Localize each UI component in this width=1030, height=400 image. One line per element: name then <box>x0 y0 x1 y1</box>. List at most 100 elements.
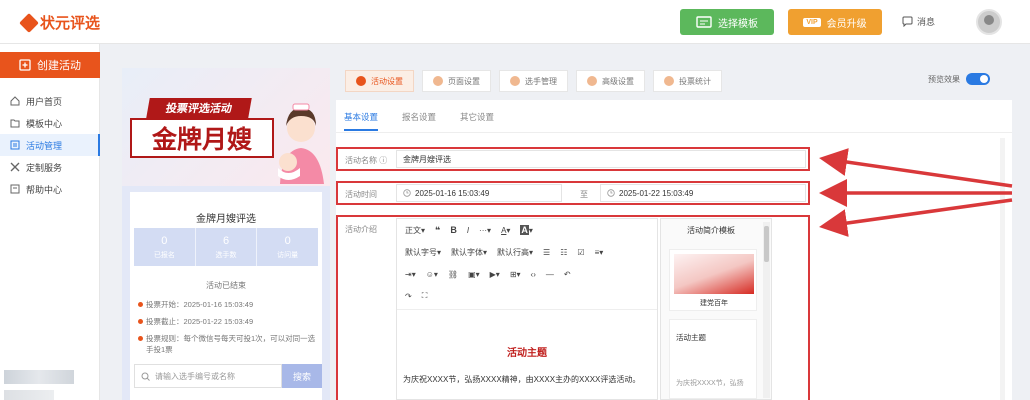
template-scrollbar[interactable] <box>763 222 770 398</box>
indent-icon[interactable]: ⇥▾ <box>405 270 416 279</box>
align-icon[interactable]: ≡▾ <box>595 248 604 257</box>
tab-activity-settings[interactable]: 活动设置 <box>345 70 414 92</box>
subtab-other[interactable]: 其它设置 <box>460 111 494 123</box>
template-panel-title: 活动简介模板 <box>687 226 735 235</box>
image-icon[interactable]: ▣▾ <box>468 270 480 279</box>
divider-icon[interactable]: — <box>546 270 554 279</box>
logo-text: 状元评选 <box>40 15 101 32</box>
start-time-value: 2025-01-16 15:03:49 <box>415 188 490 198</box>
clock-icon <box>403 189 411 197</box>
preview-toggle-switch[interactable] <box>966 73 990 85</box>
preview-toggle-label: 预览效果 <box>928 74 960 84</box>
bullet-dot-icon <box>138 302 143 307</box>
settings-icon <box>587 76 597 86</box>
link-icon[interactable]: ⛓ <box>448 270 458 279</box>
sidebar-item-templates[interactable]: 模板中心 <box>0 112 100 134</box>
info-row: 投票开始：2025-01-16 15:03:49 <box>138 299 318 310</box>
stat-label: 已报名 <box>153 251 175 259</box>
editor-content[interactable]: 活动主题 为庆祝XXXX节，弘扬XXXX精神，由XXXX主办的XXXX评选活动。 <box>397 309 657 400</box>
search-input[interactable]: 请输入选手编号或名称 <box>134 364 282 388</box>
tab-vote-statistics[interactable]: 投票统计 <box>653 70 722 92</box>
table-icon[interactable]: ⊞▾ <box>510 270 521 279</box>
blurred-account-info <box>4 390 54 400</box>
quote-button[interactable]: ❝ <box>435 225 440 236</box>
vip-upgrade-button[interactable]: VIP 会员升级 <box>788 9 882 35</box>
start-time-input[interactable]: 2025-01-16 15:03:49 <box>396 184 562 202</box>
background-color-button[interactable]: A▾ <box>520 225 533 235</box>
bullet-list-icon[interactable]: ☰ <box>543 248 550 257</box>
sidebar-item-help[interactable]: 帮助中心 <box>0 178 100 200</box>
sidebar-item-activity-management[interactable]: 活动管理 <box>0 134 100 156</box>
template-icon <box>696 16 712 28</box>
emoji-icon[interactable]: ☺▾ <box>426 270 438 279</box>
blurred-account-info <box>4 370 74 384</box>
line-height-select[interactable]: 默认行高▾ <box>497 247 533 258</box>
user-avatar[interactable] <box>976 9 1002 35</box>
clock-icon <box>607 189 615 197</box>
template-card[interactable]: 活动主题 为庆祝XXXX节，弘扬 <box>669 319 757 399</box>
app-logo[interactable]: 状元评选 <box>19 12 101 33</box>
end-time-value: 2025-01-22 15:03:49 <box>619 188 694 198</box>
font-color-button[interactable]: A▾ <box>501 226 510 235</box>
template-caption: 建党百年 <box>700 300 728 307</box>
gear-icon <box>356 76 366 86</box>
paragraph-style-select[interactable]: 正文▾ <box>405 225 425 236</box>
tab-contestant-management[interactable]: 选手管理 <box>499 70 568 92</box>
subtab-registration[interactable]: 报名设置 <box>402 111 436 123</box>
sidebar-item-label: 模板中心 <box>26 118 63 129</box>
contestant-search: 请输入选手编号或名称 搜索 <box>134 364 322 388</box>
activity-intro-label: 活动介绍 <box>345 225 377 234</box>
subtab-basic[interactable]: 基本设置 <box>344 111 379 131</box>
chat-icon <box>902 16 913 27</box>
italic-button[interactable]: I <box>467 226 469 235</box>
tab-label: 选手管理 <box>525 76 557 86</box>
sidebar-item-home[interactable]: 用户首页 <box>0 90 100 112</box>
activity-name-input[interactable]: 金牌月嫂评选 <box>396 150 806 168</box>
plus-box-icon <box>19 59 31 71</box>
list-icon <box>10 140 20 150</box>
search-button[interactable]: 搜索 <box>282 364 322 388</box>
stat-contestants: 6 选手数 <box>194 228 257 266</box>
select-template-button[interactable]: 选择模板 <box>680 9 774 35</box>
folder-icon <box>10 119 20 128</box>
undo-icon[interactable]: ↶ <box>564 270 571 279</box>
fullscreen-icon[interactable]: ⛶ <box>422 291 428 301</box>
tools-icon <box>10 162 20 172</box>
tab-label: 活动设置 <box>371 76 403 86</box>
sidebar-item-custom-service[interactable]: 定制服务 <box>0 156 100 178</box>
activity-name-value: 金牌月嫂评选 <box>403 154 451 164</box>
create-activity-label: 创建活动 <box>37 60 81 72</box>
panel-scrollbar[interactable] <box>1000 138 1005 400</box>
sidebar-nav: 用户首页 模板中心 活动管理 定制服务 帮助中心 <box>0 90 100 200</box>
home-icon <box>10 96 20 106</box>
tab-label: 高级设置 <box>602 76 634 86</box>
stat-value: 6 <box>222 234 230 247</box>
font-size-select[interactable]: 默认字号▾ <box>405 247 441 258</box>
numbered-list-icon[interactable]: ☷ <box>560 248 567 257</box>
banner-title: 金牌月嫂 <box>130 118 274 158</box>
activity-name-label: 活动名称 ⓘ <box>345 156 388 165</box>
editor-toolbar-row: 正文▾ ❝ B I ···▾ A▾ A▾ <box>397 219 657 241</box>
tab-page-settings[interactable]: 页面设置 <box>422 70 491 92</box>
preview-card: 金牌月嫂评选 0 已报名 6 选手数 0 访问量 活动已结束 投票开始：2025… <box>130 192 322 400</box>
end-time-input[interactable]: 2025-01-22 15:03:49 <box>600 184 806 202</box>
create-activity-button[interactable]: 创建活动 <box>0 52 100 78</box>
bold-button[interactable]: B <box>450 225 457 235</box>
top-bar: 状元评选 选择模板 VIP 会员升级 消息 <box>0 0 1030 44</box>
message-link[interactable]: 消息 <box>902 15 935 28</box>
stat-value: 0 <box>161 234 168 247</box>
checklist-icon[interactable]: ☑ <box>577 248 584 257</box>
activity-time-label: 活动时间 <box>345 190 377 199</box>
font-family-select[interactable]: 默认字体▾ <box>451 247 487 258</box>
sidebar: 创建活动 用户首页 模板中心 活动管理 定制服务 帮助中心 <box>0 44 100 400</box>
code-icon[interactable]: ‹› <box>531 270 536 279</box>
tab-advanced-settings[interactable]: 高级设置 <box>576 70 645 92</box>
select-template-label: 选择模板 <box>718 18 758 30</box>
tab-label: 投票统计 <box>679 76 711 86</box>
video-icon[interactable]: ▶▾ <box>490 270 500 279</box>
redo-icon[interactable]: ↷ <box>405 292 412 301</box>
info-row: 投票截止：2025-01-22 15:03:49 <box>138 316 318 327</box>
template-card[interactable]: 建党百年 <box>669 249 757 311</box>
vote-start-text: 投票开始：2025-01-16 15:03:49 <box>146 300 254 309</box>
more-button[interactable]: ···▾ <box>479 226 491 235</box>
